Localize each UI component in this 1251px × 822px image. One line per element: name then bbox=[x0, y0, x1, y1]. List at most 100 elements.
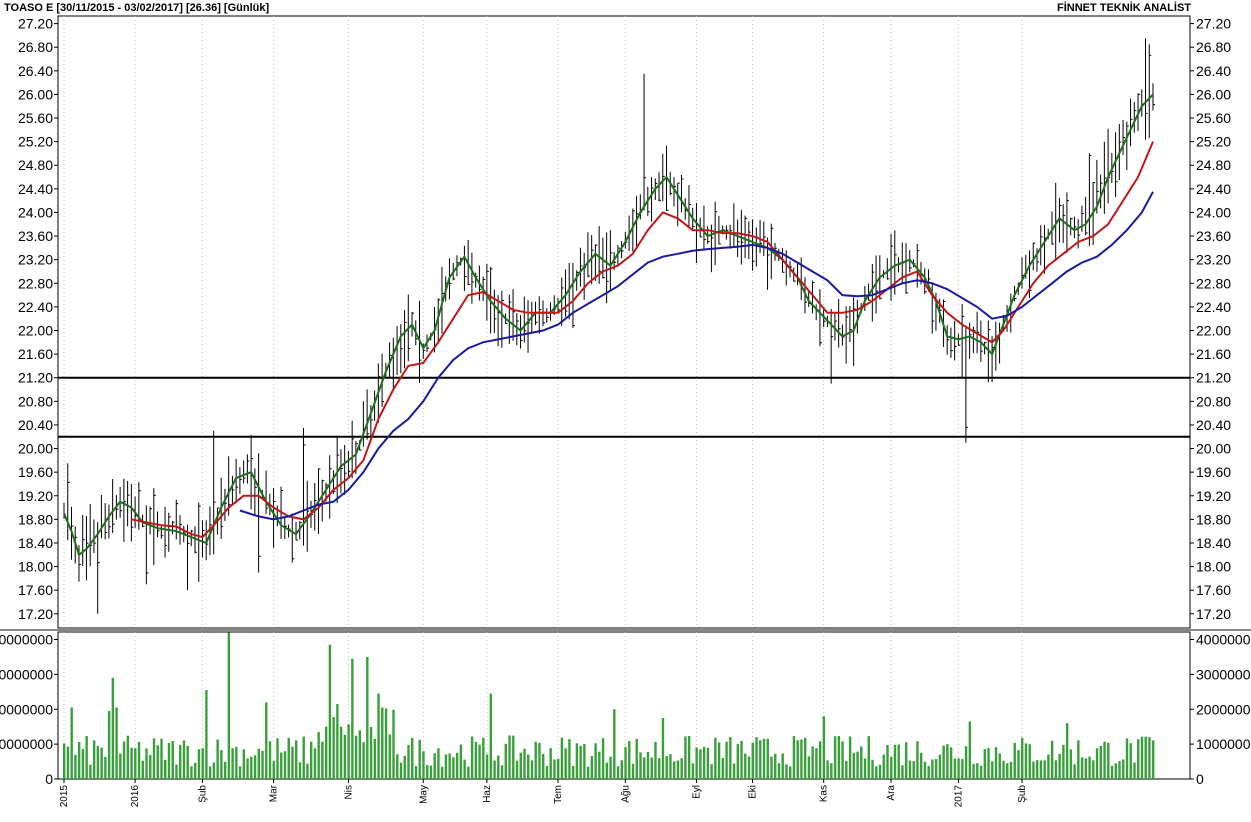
volume-bar bbox=[1088, 756, 1091, 779]
y-tick-label-left: 27.20 bbox=[18, 16, 53, 32]
volume-bar bbox=[321, 741, 324, 779]
volume-bar bbox=[942, 745, 945, 779]
volume-bar bbox=[856, 751, 859, 779]
volume-tick-label-right: 3000000 bbox=[1196, 666, 1251, 682]
volume-bar bbox=[1122, 759, 1125, 779]
volume-bar bbox=[250, 756, 253, 779]
volume-bar bbox=[407, 745, 410, 779]
volume-bar bbox=[1054, 760, 1058, 779]
x-tick-label: Şub bbox=[197, 785, 208, 803]
volume-bar bbox=[680, 758, 683, 779]
y-tick-label-right: 24.40 bbox=[1196, 181, 1231, 197]
volume-bar bbox=[661, 717, 665, 779]
volume-bar bbox=[448, 753, 451, 779]
volume-bar bbox=[1099, 745, 1103, 779]
volume-bar bbox=[583, 744, 586, 779]
volume-bar bbox=[70, 707, 73, 779]
volume-bar bbox=[324, 726, 328, 779]
volume-bar bbox=[302, 736, 305, 779]
volume-bar bbox=[463, 759, 466, 779]
y-tick-label-left: 19.60 bbox=[18, 464, 53, 480]
volume-bar bbox=[145, 748, 148, 779]
volume-bar bbox=[979, 765, 983, 779]
volume-bar bbox=[508, 735, 511, 779]
volume-bar bbox=[175, 764, 178, 779]
x-tick-label: Eki bbox=[748, 785, 759, 799]
price-axis: 27.20 27.20 26.80 26.80 26.40 26.40 26.00 26.00… bbox=[18, 16, 1231, 622]
volume-bar bbox=[938, 754, 942, 779]
volume-bar bbox=[1129, 743, 1132, 779]
volume-bar bbox=[725, 741, 728, 779]
volume-bar bbox=[1118, 761, 1121, 779]
volume-bar bbox=[586, 766, 590, 779]
volume-bar bbox=[590, 756, 594, 779]
support-lines bbox=[58, 376, 1190, 438]
volume-bar bbox=[650, 757, 653, 779]
volume-bar bbox=[916, 741, 919, 779]
volume-bar bbox=[882, 754, 885, 779]
volume-bar bbox=[399, 762, 403, 779]
y-tick-label-left: 20.00 bbox=[18, 441, 53, 457]
volume-bar bbox=[800, 739, 803, 779]
volume-bar bbox=[482, 737, 485, 779]
volume-bar bbox=[893, 744, 897, 779]
y-tick-label-left: 24.40 bbox=[18, 181, 53, 197]
volume-bar bbox=[283, 751, 287, 779]
y-tick-label-left: 20.80 bbox=[18, 393, 53, 409]
volume-bar bbox=[231, 748, 234, 779]
y-tick-label-right: 24.00 bbox=[1196, 204, 1231, 220]
y-tick-label-left: 26.80 bbox=[18, 39, 53, 55]
volume-bar bbox=[672, 761, 676, 779]
x-tick-label: 2016 bbox=[130, 785, 141, 808]
volume-bar bbox=[523, 748, 526, 779]
y-tick-label-right: 21.20 bbox=[1196, 370, 1231, 386]
volume-bar bbox=[373, 738, 377, 779]
volume-bar bbox=[579, 745, 582, 779]
volume-bar bbox=[500, 765, 504, 779]
volume-bar bbox=[265, 702, 268, 779]
volume-bar bbox=[669, 754, 672, 779]
volume-bar bbox=[328, 644, 332, 779]
y-tick-label-left: 20.40 bbox=[18, 417, 53, 433]
volume-bar bbox=[478, 744, 481, 779]
volume-bar bbox=[1028, 744, 1031, 779]
volume-bar bbox=[104, 756, 107, 779]
volume-bar bbox=[553, 759, 556, 779]
volume-bar bbox=[190, 766, 193, 779]
volume-bar bbox=[291, 746, 294, 779]
volume-bar bbox=[164, 759, 167, 779]
volume-bar bbox=[227, 632, 231, 779]
y-tick-label-left: 22.00 bbox=[18, 323, 53, 339]
volume-bar bbox=[212, 762, 216, 779]
volume-bar bbox=[261, 750, 264, 779]
volume-bar bbox=[923, 761, 927, 779]
volume-bar bbox=[931, 759, 934, 779]
x-tick-label: Haz bbox=[482, 785, 493, 803]
y-tick-label-right: 17.60 bbox=[1196, 582, 1231, 598]
volume-bar bbox=[422, 751, 425, 779]
volume-bar bbox=[429, 765, 433, 779]
volume-bar bbox=[987, 748, 990, 779]
volume-bar bbox=[770, 756, 773, 779]
x-tick-label: Nis bbox=[343, 785, 354, 799]
y-tick-label-right: 25.20 bbox=[1196, 134, 1231, 150]
volume-bar bbox=[658, 758, 661, 779]
volume-bar bbox=[452, 757, 455, 779]
volume-bar bbox=[179, 744, 182, 779]
volume-bar bbox=[149, 754, 152, 779]
volume-bar bbox=[867, 736, 870, 779]
volume-bar bbox=[347, 724, 350, 779]
volume-bar bbox=[107, 710, 111, 779]
volume-bar bbox=[1114, 763, 1117, 779]
volume-bar bbox=[497, 755, 500, 779]
volume-bar bbox=[280, 752, 283, 779]
volume-bar bbox=[601, 738, 605, 779]
volume-bar bbox=[111, 677, 115, 779]
y-tick-label-right: 24.80 bbox=[1196, 157, 1231, 173]
y-tick-label-right: 25.60 bbox=[1196, 110, 1231, 126]
volume-bar bbox=[706, 747, 710, 779]
volume-bar bbox=[276, 738, 279, 779]
volume-bar bbox=[822, 716, 826, 779]
volume-bar bbox=[1039, 760, 1043, 779]
volume-bar bbox=[1047, 754, 1050, 779]
